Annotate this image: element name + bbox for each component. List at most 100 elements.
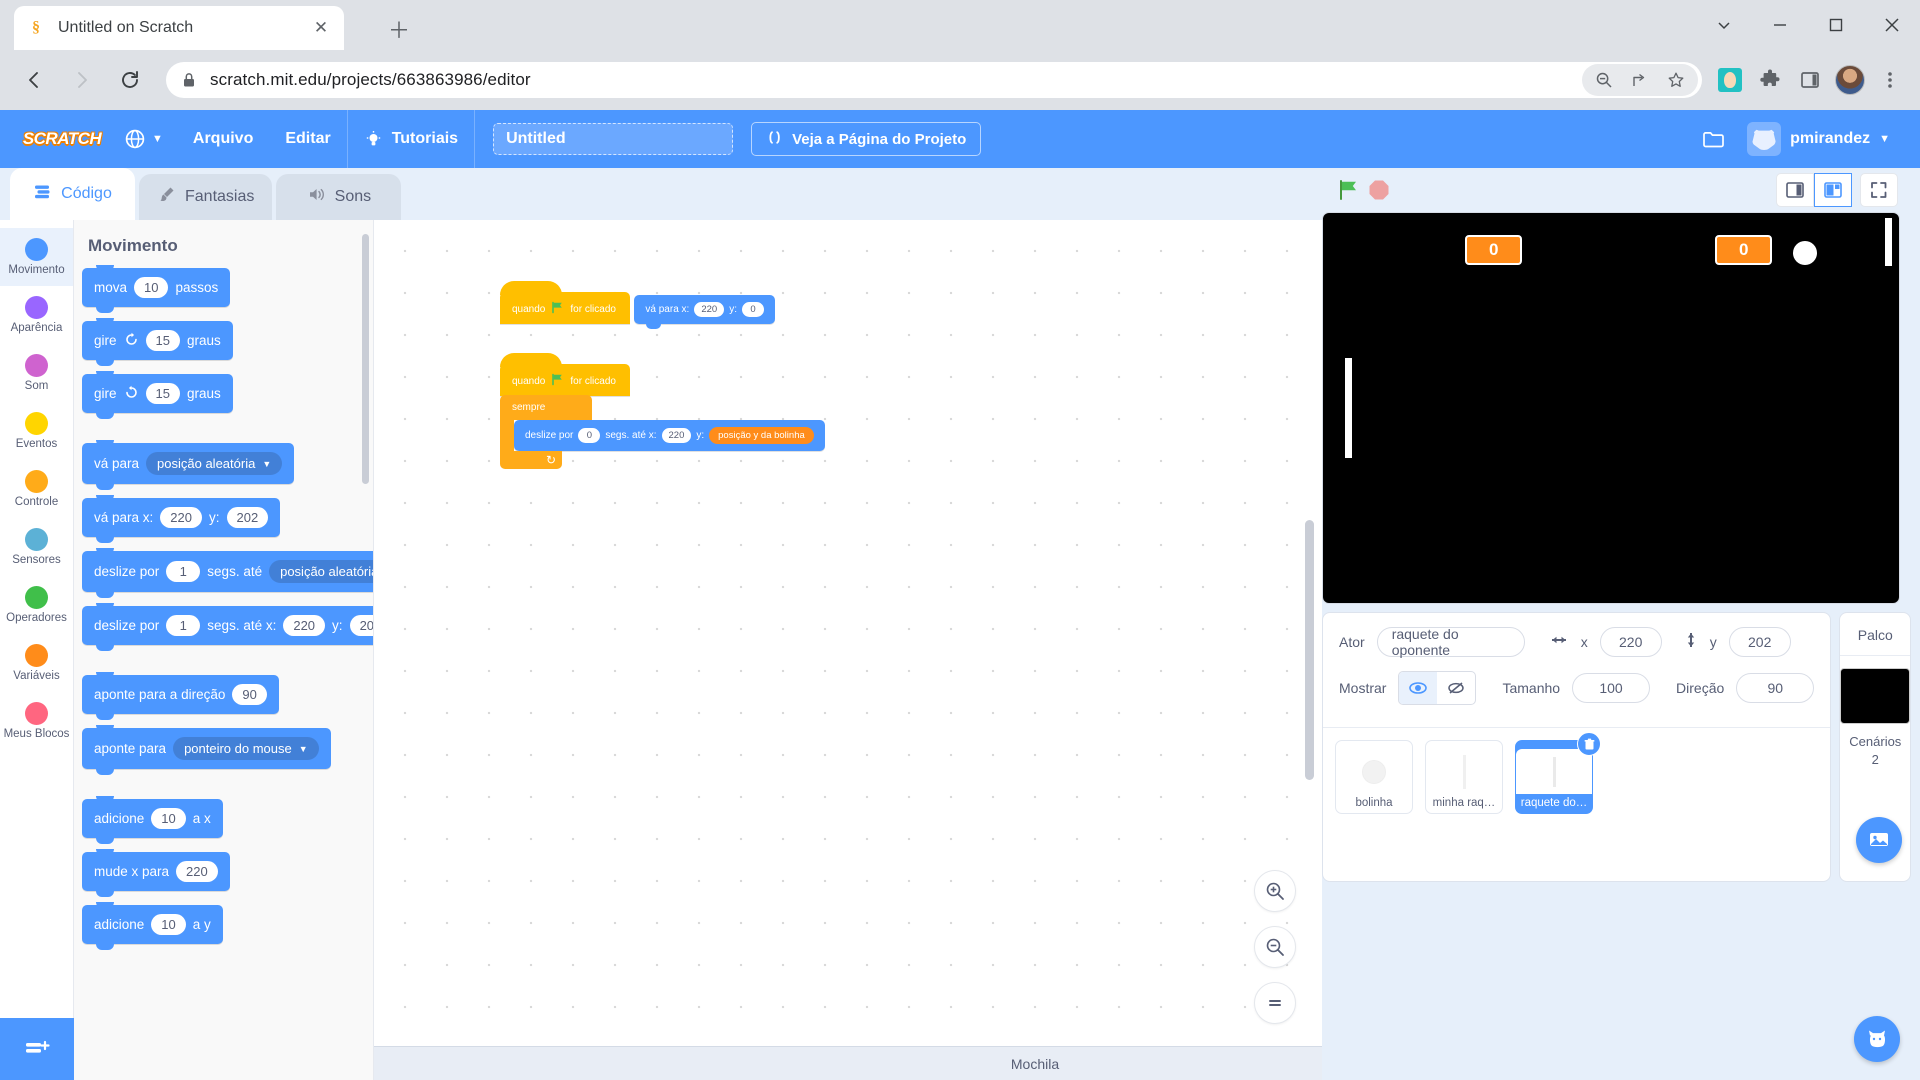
block-input[interactable]: 15 [145, 330, 180, 351]
menu-editar[interactable]: Editar [269, 110, 346, 168]
block-input-x[interactable]: 220 [694, 301, 725, 317]
zoom-out-icon[interactable] [1586, 64, 1622, 96]
close-icon[interactable]: ✕ [310, 17, 332, 39]
block-dropdown[interactable]: posição aleatória▼ [146, 452, 283, 475]
project-title-input[interactable]: Untitled [493, 123, 734, 155]
forward-arrow-icon[interactable] [62, 60, 102, 100]
code-canvas[interactable]: quando for clicado vá para x: 220 y: 0 q… [374, 220, 1322, 1080]
back-arrow-icon[interactable] [14, 60, 54, 100]
script-1[interactable]: quando for clicado vá para x: 220 y: 0 [500, 281, 775, 329]
block-input[interactable]: 202 [226, 507, 269, 528]
delete-sprite-button[interactable] [1577, 732, 1601, 756]
add-sprite-button[interactable] [1854, 1016, 1900, 1062]
palette-block-gire-ccw[interactable]: gire 15 graus [82, 371, 233, 419]
stop-button[interactable] [1364, 175, 1394, 205]
backpack-bar[interactable]: Mochila [374, 1046, 1322, 1080]
palette-block-aponte-para[interactable]: aponte para ponteiro do mouse ▼ [82, 725, 331, 775]
sidebar-item-aparencia[interactable]: Aparência [0, 286, 73, 344]
sprite-card-bolinha[interactable]: bolinha [1335, 740, 1413, 814]
loop-block-sempre[interactable]: sempre deslize por 0 segs. até x: 220 y:… [500, 395, 825, 469]
block-va-para-xy[interactable]: vá para x: 220 y: 0 [634, 294, 775, 329]
scratch-logo[interactable]: SCRATCH [20, 124, 104, 154]
sidebar-item-meus-blocos[interactable]: Meus Blocos [0, 692, 73, 750]
sidebar-item-operadores[interactable]: Operadores [0, 576, 73, 634]
block-deslize-xy[interactable]: deslize por 0 segs. até x: 220 y: posiçã… [514, 420, 825, 456]
palette-block-adicione-y[interactable]: adicione 10 a y [82, 902, 223, 950]
address-bar[interactable]: scratch.mit.edu/projects/663863986/edito… [166, 62, 1702, 98]
extension-puzzle-icon[interactable] [1710, 60, 1750, 100]
tab-fantasias[interactable]: Fantasias [139, 174, 273, 220]
chevron-down-icon[interactable] [1696, 2, 1752, 48]
zoom-reset-button[interactable] [1254, 982, 1296, 1024]
hat-block-when-flag-clicked[interactable]: quando for clicado [500, 281, 630, 324]
block-input[interactable]: 220 [176, 861, 218, 882]
palette-block-va-para[interactable]: vá para posição aleatória ▼ [82, 440, 295, 490]
sprite-name-input[interactable]: raquete do oponente [1376, 626, 1525, 658]
new-tab-button[interactable]: ＋ [385, 15, 413, 43]
block-input[interactable]: 10 [151, 808, 186, 829]
block-input-secs[interactable]: 0 [578, 428, 601, 443]
sidebar-item-som[interactable]: Som [0, 344, 73, 402]
folder-icon[interactable] [1693, 118, 1735, 160]
palette-block-aponte-direcao[interactable]: aponte para a direção 90 [82, 672, 279, 720]
star-icon[interactable] [1658, 64, 1694, 96]
block-dropdown[interactable]: ponteiro do mouse ▼ [173, 737, 319, 760]
sprite-direction-input[interactable]: 90 [1736, 673, 1815, 703]
hat-block-when-flag-clicked[interactable]: quando for clicado [500, 353, 630, 396]
menu-tutoriais[interactable]: Tutoriais [348, 110, 474, 168]
menu-arquivo[interactable]: Arquivo [177, 110, 269, 168]
project-page-button[interactable]: Veja a Página do Projeto [751, 122, 982, 156]
close-icon[interactable] [1864, 2, 1920, 48]
browser-tab[interactable]: § Untitled on Scratch ✕ [14, 6, 344, 50]
tab-codigo[interactable]: Código [10, 168, 135, 220]
sidebar-item-controle[interactable]: Controle [0, 460, 73, 518]
sprite-x-input[interactable]: 220 [1599, 627, 1662, 657]
share-icon[interactable] [1622, 64, 1658, 96]
palette-block-va-para-xy[interactable]: vá para x: 220 y: 202 [82, 495, 281, 543]
sidebar-item-movimento[interactable]: Movimento [0, 228, 73, 286]
palette-block-gire-cw[interactable]: gire 15 graus [82, 318, 233, 366]
script-2[interactable]: quando for clicado sempre deslize por 0 … [500, 353, 825, 469]
palette-block-deslize-pos[interactable]: deslize por 1 segs. até posição aleatóri… [82, 548, 373, 598]
small-stage-button[interactable] [1776, 173, 1814, 207]
three-dot-menu-icon[interactable] [1870, 60, 1910, 100]
minimize-icon[interactable] [1752, 2, 1808, 48]
hide-button[interactable] [1437, 672, 1475, 704]
block-input[interactable]: 202 [349, 615, 373, 636]
fullscreen-button[interactable] [1860, 173, 1898, 207]
block-input-x[interactable]: 220 [661, 428, 692, 443]
maximize-icon[interactable] [1808, 2, 1864, 48]
user-menu[interactable]: pmirandez ▼ [1741, 122, 1896, 156]
language-selector[interactable]: ▼ [110, 110, 177, 168]
sprite-card-raquete-oponente[interactable]: raquete do… [1515, 732, 1601, 814]
block-input-y[interactable]: 0 [741, 301, 764, 317]
block-input[interactable]: 10 [151, 914, 186, 935]
palette-block-deslize-xy[interactable]: deslize por 1 segs. até x: 220 y: 202 [82, 603, 373, 651]
stage-thumbnail[interactable] [1840, 668, 1911, 724]
tab-sons[interactable]: Sons [276, 174, 402, 220]
zoom-out-button[interactable] [1254, 926, 1296, 968]
block-input[interactable]: 220 [283, 615, 326, 636]
sidepanel-icon[interactable] [1790, 60, 1830, 100]
green-flag-button[interactable] [1334, 175, 1364, 205]
extensions-icon[interactable] [1750, 60, 1790, 100]
zoom-in-button[interactable] [1254, 870, 1296, 912]
profile-avatar-icon[interactable] [1830, 60, 1870, 100]
reload-icon[interactable] [110, 60, 150, 100]
palette-block-mova[interactable]: mova 10 passos [82, 265, 231, 313]
sprite-card-minha-raquete[interactable]: minha raq… [1425, 740, 1503, 814]
show-button[interactable] [1399, 672, 1438, 704]
sidebar-item-variaveis[interactable]: Variáveis [0, 634, 73, 692]
reporter-block-posicao-y-bolinha[interactable]: posição y da bolinha [709, 427, 814, 444]
block-input[interactable]: 1 [166, 561, 201, 582]
sidebar-item-eventos[interactable]: Eventos [0, 402, 73, 460]
block-input[interactable]: 1 [166, 615, 201, 636]
block-input[interactable]: 10 [134, 277, 169, 298]
canvas-vertical-scrollbar[interactable] [1305, 520, 1314, 780]
sidebar-item-sensores[interactable]: Sensores [0, 518, 73, 576]
block-palette[interactable]: Movimento mova 10 passos gire 15 graus g… [74, 220, 374, 1080]
block-dropdown[interactable]: posição aleatória▼ [269, 560, 373, 583]
stage[interactable]: 0 0 [1322, 212, 1900, 604]
block-input[interactable]: 90 [232, 684, 267, 705]
palette-block-adicione-x[interactable]: adicione 10 a x [82, 796, 223, 844]
